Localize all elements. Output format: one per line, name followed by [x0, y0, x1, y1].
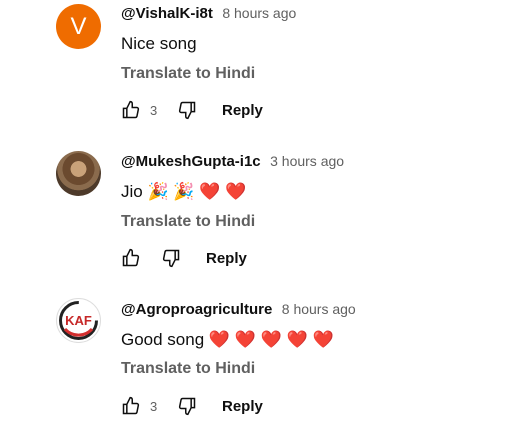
comment-time[interactable]: 8 hours ago [222, 5, 296, 21]
thumbs-up-icon [121, 100, 141, 120]
thumbs-down-icon [161, 248, 181, 268]
reply-button[interactable]: Reply [222, 102, 263, 119]
thumbs-down-icon [177, 396, 197, 416]
dislike-button[interactable] [172, 391, 202, 421]
like-button[interactable] [116, 95, 146, 125]
like-button[interactable] [116, 243, 146, 273]
avatar[interactable]: KAF [56, 298, 101, 343]
thumbs-up-icon [121, 248, 141, 268]
comment-text: Nice song [121, 34, 197, 53]
reply-button[interactable]: Reply [222, 398, 263, 415]
avatar[interactable]: V [56, 4, 101, 49]
comment-time[interactable]: 3 hours ago [270, 153, 344, 169]
comment-text: Good song ❤️ ❤️ ❤️ ❤️ ❤️ [121, 330, 334, 349]
reply-button[interactable]: Reply [206, 250, 247, 267]
comment-author[interactable]: @Agroproagriculture [121, 301, 272, 318]
comment-time[interactable]: 8 hours ago [282, 301, 356, 317]
comment-text: Jio 🎉 🎉 ❤️ ❤️ [121, 182, 247, 201]
avatar-letter: V [70, 12, 87, 40]
comment-author[interactable]: @MukeshGupta-i1c [121, 153, 261, 170]
kaf-logo: KAF [59, 301, 98, 340]
like-button[interactable] [116, 391, 146, 421]
comment-author[interactable]: @VishalK-i8t [121, 5, 213, 22]
logo-text: KAF [65, 313, 92, 328]
translate-button[interactable]: Translate to Hindi [121, 65, 255, 83]
like-count: 3 [150, 102, 158, 118]
avatar[interactable] [56, 151, 101, 196]
translate-button[interactable]: Translate to Hindi [121, 213, 255, 231]
thumbs-down-icon [177, 100, 197, 120]
translate-button[interactable]: Translate to Hindi [121, 360, 255, 378]
like-count: 3 [150, 398, 158, 414]
dislike-button[interactable] [156, 243, 186, 273]
thumbs-up-icon [121, 396, 141, 416]
dislike-button[interactable] [172, 95, 202, 125]
